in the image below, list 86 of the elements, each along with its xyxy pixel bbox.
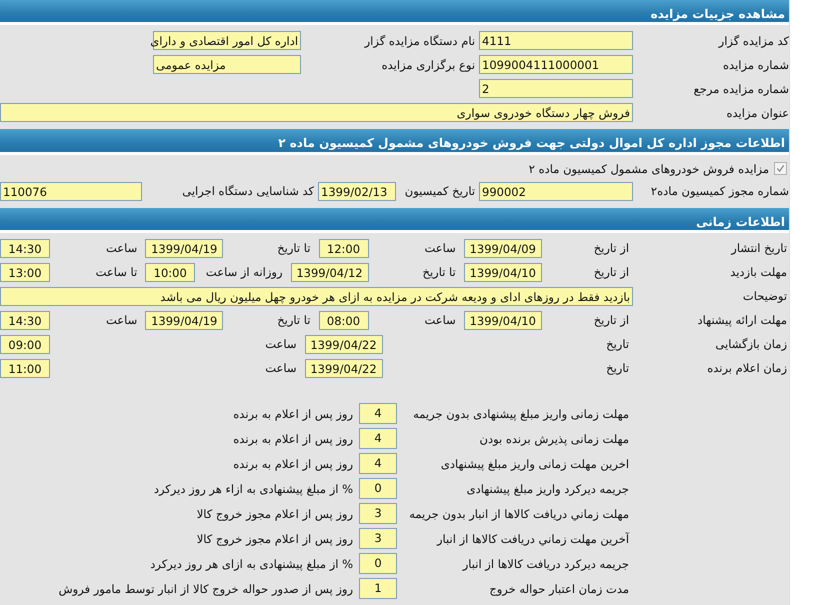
unit-label: روز پس از اعلام مجوز خروج کالا (196, 532, 354, 546)
field-label: ساعت (104, 313, 138, 328)
input-field[interactable]: 0 (359, 553, 398, 574)
field-label: از تاریخ (592, 265, 630, 280)
unit-label: % از مبلغ پیشنهادی به ازاء هر روز دیرکرد (154, 482, 354, 496)
field-label: زمان اعلام برنده (706, 361, 788, 376)
input-field[interactable]: 4 (359, 428, 398, 450)
field-label: کد شناسایی دستگاه اجرایی (181, 184, 314, 198)
input-field[interactable]: 110076 (0, 182, 142, 201)
input-field[interactable]: 1399/04/19 (145, 238, 224, 258)
unit-label: روز پس از اعلام مجوز خروج کالا (196, 506, 354, 521)
field-label: تا تاریخ (276, 313, 312, 328)
input-field[interactable]: 3 (359, 528, 398, 550)
field-label: تاریخ (605, 361, 630, 376)
field-label: تا تاریخ (276, 241, 312, 256)
input-field[interactable]: فروش چهار دستگاه خودروی سواری (0, 103, 634, 122)
input-field[interactable]: 4 (359, 403, 398, 424)
input-field[interactable]: 14:30 (0, 310, 50, 330)
input-field[interactable]: 1399/04/09 (464, 238, 542, 258)
field-label: نوع برگزاری مزایده (380, 58, 476, 72)
input-field[interactable]: مزایده عمومی (153, 55, 302, 74)
input-field[interactable]: بازدید فقط در روزهای ادای و ودیعه شرکت در مزایده به ازای هر خودرو چهل میلیون ریال می باشد (0, 286, 634, 306)
input-field[interactable]: اداره کل امور اقتصادی و دارای (153, 31, 302, 50)
field-label: ساعت (264, 361, 298, 376)
input-field[interactable]: 4 (359, 453, 398, 474)
field-label: مهلت بازدید (729, 265, 788, 280)
field-label: نام دستگاه مزایده گزار (363, 34, 476, 48)
input-field[interactable]: 3 (359, 503, 398, 524)
field-label: ساعت (264, 337, 298, 352)
field-label: مهلت زماني دريافت کالاها از انبار بدون جریمه (408, 506, 630, 521)
field-label: جریمه دیرکرد واریز مبلغ پیشنهادی (466, 482, 630, 496)
input-field[interactable]: 1399/04/19 (145, 310, 224, 330)
input-field[interactable]: 11:00 (0, 358, 50, 378)
input-field[interactable]: 1099004111000001 (479, 55, 634, 74)
input-field[interactable]: 1399/04/22 (304, 334, 383, 354)
field-label: عنوان مزایده (726, 106, 790, 120)
input-field[interactable]: 1399/04/10 (464, 262, 542, 282)
field-label: از تاریخ (592, 313, 630, 328)
input-field[interactable]: 1 (359, 578, 398, 600)
input-field[interactable]: 14:30 (0, 238, 50, 258)
field-label: ساعت (423, 241, 457, 256)
field-label: جریمه دیرکرد دریافت کالاها از انبار (461, 556, 630, 571)
section-header: مشاهده جزییات مزایده (0, 0, 790, 26)
field-label: تا ساعت (94, 265, 138, 280)
input-field[interactable]: 12:00 (318, 238, 368, 258)
field-label: مهلت زمانی پذیرش برنده بودن (478, 432, 630, 446)
input-field[interactable]: 1399/04/12 (290, 262, 368, 282)
input-field[interactable]: 08:00 (318, 310, 368, 330)
field-label: ساعت (423, 313, 457, 328)
unit-label: روز پس از صدور حواله خروج کالا از انبار توسط مامور فروش (58, 582, 354, 596)
field-label: شماره مجوز کمیسیون ماده۲ (650, 184, 790, 198)
input-field[interactable]: 2 (479, 79, 634, 98)
input-field[interactable]: 10:00 (145, 262, 196, 282)
field-label: آخرین مهلت زماني دريافت کالاها از انبار (436, 532, 630, 546)
input-field[interactable]: 4111 (479, 31, 634, 50)
field-label: شماره مزایده مرجع (692, 82, 790, 96)
field-label: زمان بازگشایی (714, 337, 788, 352)
field-label: توضیحات (742, 289, 788, 304)
field-label: مدت زمان اعتبار حواله خروج (488, 582, 630, 596)
field-label: مهلت زمانی واریز مبلغ پیشنهادی بدون جریمه (412, 406, 630, 421)
field-label: شماره مزایده (722, 58, 790, 72)
field-label: تاریخ انتشار (730, 241, 788, 256)
section-header: اطلاعات مجوز اداره کل اموال دولتی جهت فروش خودروهای مشمول کمیسیون ماده ۲ (0, 129, 790, 155)
input-field[interactable]: 0 (359, 478, 398, 500)
field-label: تاریخ (605, 337, 630, 352)
input-field[interactable]: 1399/04/10 (464, 310, 542, 330)
unit-label: % از مبلغ پیشنهادی به ازای هر روز دیرکرد (150, 556, 354, 571)
unit-label: روز پس از اعلام به برنده (233, 432, 354, 446)
unit-label: روز پس از اعلام به برنده (233, 406, 354, 421)
section-header: اطلاعات زمانی (0, 208, 790, 233)
field-label: کد مزایده گزار (717, 34, 790, 48)
input-field[interactable]: 1399/02/13 (318, 182, 396, 201)
input-field[interactable]: 13:00 (0, 262, 50, 282)
checkbox[interactable] (774, 162, 788, 176)
field-label: اخرین مهلت زمانی واریز مبلغ پیشنهادی (440, 456, 630, 471)
input-field[interactable]: 990002 (479, 182, 634, 201)
field-label: روزانه از ساعت (204, 265, 284, 280)
field-label: مهلت ارائه پیشنهاد (696, 313, 788, 328)
input-field[interactable]: 09:00 (0, 334, 50, 354)
unit-label: روز پس از اعلام به برنده (233, 456, 354, 471)
field-label: تا تاریخ (422, 265, 457, 280)
input-field[interactable]: 1399/04/22 (304, 358, 383, 378)
field-label: ساعت (104, 241, 138, 256)
field-label: تاریخ کمیسیون (404, 184, 476, 198)
checkbox-label: مزایده فروش خودروهای مشمول کمیسیون ماده ۲ (528, 162, 770, 176)
field-label: از تاریخ (592, 241, 630, 256)
